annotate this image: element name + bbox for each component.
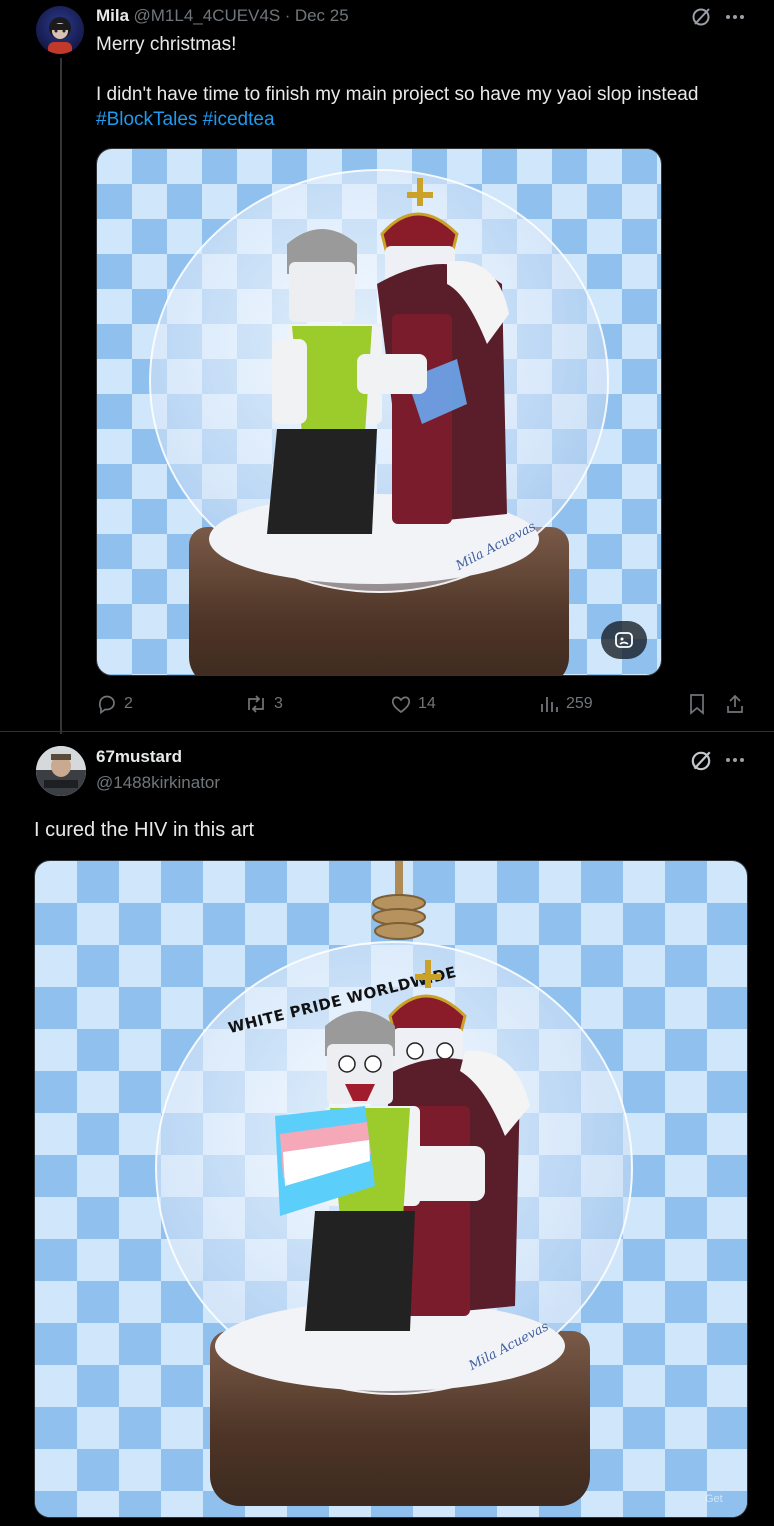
author-handle[interactable]: @1488kirkinator [96, 773, 220, 793]
post-separator [0, 731, 774, 732]
reply-count: 2 [124, 695, 133, 712]
hashtag-blocktales[interactable]: #BlockTales [96, 109, 197, 130]
thread-connector-line [60, 58, 62, 734]
repost-button[interactable]: 3 [244, 693, 283, 715]
share-icon[interactable] [724, 693, 746, 715]
edited-figures [275, 960, 530, 1331]
like-button[interactable]: 14 [390, 693, 436, 715]
post-text: I cured the HIV in this art [34, 819, 255, 841]
author-name[interactable]: 67mustard [96, 747, 182, 767]
post-line-1: Merry christmas! [96, 34, 237, 55]
avatar-mila-portrait [48, 17, 72, 54]
couple-figures [267, 178, 509, 534]
media-edit-icon [614, 630, 634, 650]
repost-count: 3 [274, 695, 283, 712]
post-image-snow-globe[interactable]: Mila Acuevas [96, 148, 662, 676]
dot-separator: · [284, 6, 291, 25]
author-name[interactable]: Mila [96, 6, 129, 25]
reply-icon [96, 693, 118, 715]
repost-icon [244, 693, 268, 715]
like-count: 14 [418, 695, 436, 712]
bookmark-icon[interactable] [687, 693, 707, 715]
views-button[interactable]: 259 [538, 693, 593, 715]
media-edit-button[interactable] [601, 621, 647, 659]
avatar-67mustard-portrait [36, 746, 86, 796]
post-header: Mila @M1L4_4CUEV4S · Dec 25 [96, 6, 349, 26]
like-icon [390, 693, 412, 715]
post-line-2: I didn't have time to finish my main pro… [96, 84, 699, 105]
post-date[interactable]: Dec 25 [295, 6, 349, 25]
views-count: 259 [566, 695, 593, 712]
grok-slash-icon[interactable] [690, 6, 712, 28]
avatar-mila[interactable] [36, 6, 84, 54]
grok-slash-icon[interactable] [689, 749, 713, 773]
views-icon [538, 693, 560, 715]
post-image-edited-snow-globe[interactable]: WHITE PRIDE WORLDWIDE Mila Acuevas Get [34, 860, 748, 1518]
watermark-text: Get [705, 1493, 723, 1505]
reply-button[interactable]: 2 [96, 693, 133, 715]
more-icon[interactable] [724, 8, 746, 26]
rope-drawing [372, 861, 426, 940]
more-icon[interactable] [724, 751, 746, 769]
avatar-67mustard[interactable] [36, 746, 86, 796]
hashtag-icedtea[interactable]: #icedtea [203, 109, 275, 130]
author-handle[interactable]: @M1L4_4CUEV4S [134, 6, 281, 25]
post-hashtags: #BlockTales #icedtea [96, 107, 275, 132]
